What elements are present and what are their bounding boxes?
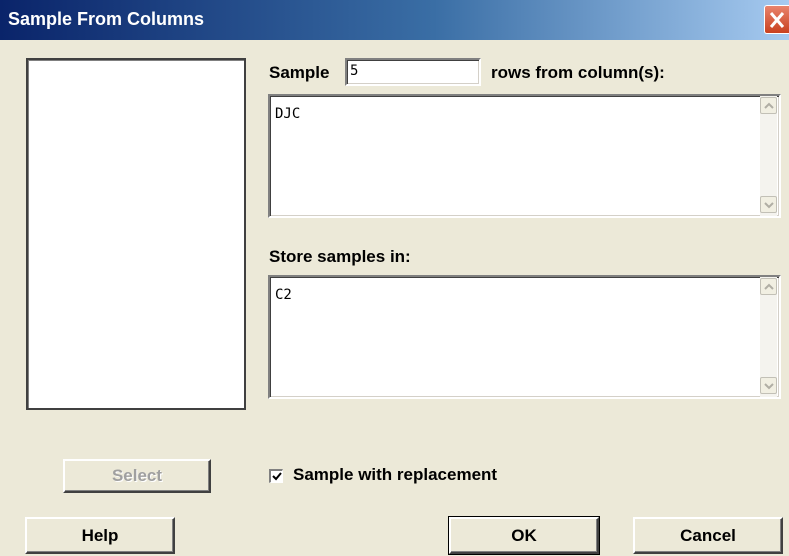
store-scroll-down[interactable] (760, 377, 777, 394)
title-bar[interactable]: Sample From Columns (0, 0, 789, 40)
select-button-label: Select (111, 466, 163, 485)
sample-count-value: 5 (350, 63, 359, 79)
ok-button[interactable]: OK (448, 516, 600, 555)
columns-scroll-down[interactable] (760, 196, 777, 213)
columns-scroll-up[interactable] (760, 97, 777, 114)
cancel-button[interactable]: Cancel (633, 517, 783, 554)
close-button[interactable] (764, 5, 789, 34)
sample-count-field[interactable]: 5 (345, 58, 481, 86)
chevron-down-icon (764, 383, 774, 390)
store-samples-value: C2 (275, 287, 292, 303)
store-scroll-up[interactable] (760, 278, 777, 295)
help-button[interactable]: Help (25, 517, 175, 554)
chevron-up-icon (764, 102, 774, 109)
window-title: Sample From Columns (8, 9, 205, 29)
rows-from-columns-label: rows from column(s): (491, 63, 665, 82)
replacement-label[interactable]: Sample with replacement (293, 465, 497, 485)
columns-text-area[interactable]: DJC (268, 94, 781, 218)
checkmark-icon (272, 472, 282, 481)
replacement-checkbox[interactable] (269, 469, 283, 483)
cancel-button-label: Cancel (680, 526, 736, 545)
columns-scrollbar[interactable] (760, 96, 777, 216)
variable-list-box[interactable] (26, 58, 246, 410)
help-button-label: Help (81, 526, 119, 545)
store-samples-text-area[interactable]: C2 (268, 275, 781, 399)
chevron-up-icon (764, 283, 774, 290)
store-scrollbar[interactable] (760, 277, 777, 397)
chevron-down-icon (764, 202, 774, 209)
sample-label: Sample (269, 63, 330, 82)
ok-button-label: OK (511, 526, 537, 545)
columns-value: DJC (275, 106, 301, 122)
close-icon (769, 12, 785, 28)
select-button[interactable]: Select (63, 459, 211, 493)
store-samples-label: Store samples in: (269, 247, 411, 266)
